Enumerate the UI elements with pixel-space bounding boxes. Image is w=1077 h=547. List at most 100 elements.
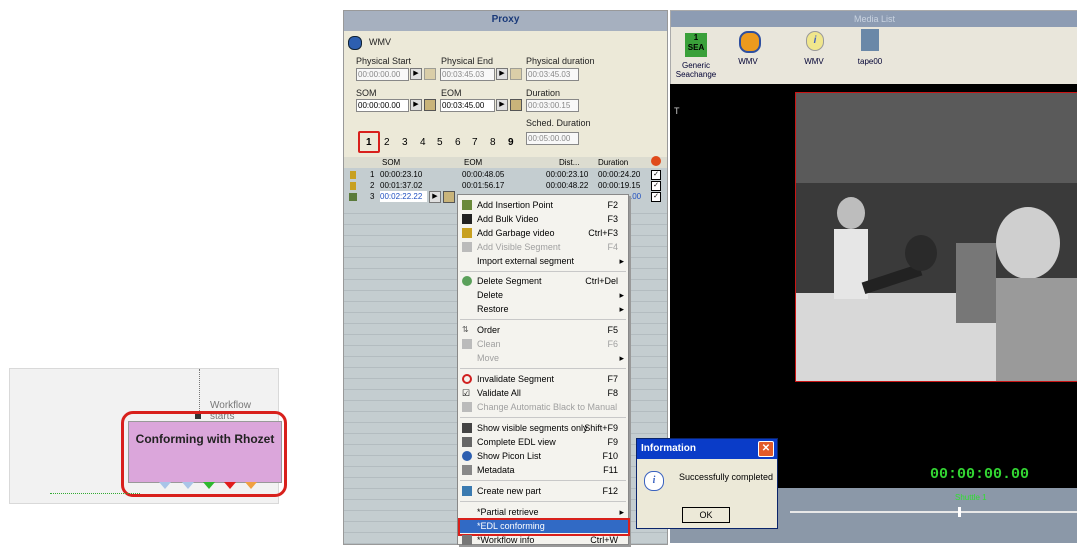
row-som: 00:01:37.02: [380, 181, 423, 190]
dialog-titlebar: Information ✕: [637, 439, 777, 459]
sched-duration-field: 00:05:00.00: [526, 132, 579, 145]
menu-item-show-visible-segments[interactable]: Show visible segments only Shift+F9: [458, 421, 628, 435]
menu-item-shortcut: F3: [607, 214, 618, 224]
menu-item-label: Move: [477, 353, 500, 363]
seachange-badge-icon[interactable]: 1 SEA: [685, 33, 707, 57]
menu-item-partial-retrieve[interactable]: *Partial retrieve ▸: [458, 505, 628, 519]
row-duration: 00:00:24.20: [598, 170, 641, 179]
menu-item-label: Delete: [477, 290, 504, 300]
wmv-player-icon[interactable]: [739, 31, 761, 53]
mark-in-icon[interactable]: [424, 99, 436, 111]
part-tab[interactable]: 5: [437, 137, 443, 148]
menu-item-label: Invalidate Segment: [477, 374, 555, 384]
mark-out-icon[interactable]: [510, 99, 522, 111]
part-tab[interactable]: 7: [472, 137, 478, 148]
part-tab[interactable]: 9: [508, 137, 514, 148]
row-checkbox[interactable]: ✓: [651, 192, 661, 202]
metadata-icon: [462, 465, 472, 475]
menu-item-create-new-part[interactable]: Create new part F12: [458, 484, 628, 498]
close-icon[interactable]: ✕: [758, 441, 774, 457]
menu-item-validate-all[interactable]: ☑ Validate All F8: [458, 386, 628, 400]
physical-start-field[interactable]: 00:00:00.00: [356, 68, 409, 81]
menu-item-show-picon-list[interactable]: Show Picon List F10: [458, 449, 628, 463]
change-black-icon: [462, 402, 472, 412]
media-item-label[interactable]: Generic Seachange: [671, 61, 721, 79]
menu-item-add-bulk-video[interactable]: Add Bulk Video F3: [458, 212, 628, 226]
media-item-label[interactable]: tape00: [845, 57, 895, 66]
part-tab[interactable]: 1: [366, 137, 372, 148]
part-tab[interactable]: 8: [490, 137, 496, 148]
menu-item-shortcut: F4: [607, 242, 618, 252]
submenu-arrow-icon: ▸: [619, 507, 624, 517]
media-list-title: Media List: [671, 11, 1077, 27]
shuttle-label: Shuttle 1: [955, 493, 987, 502]
row-checkbox[interactable]: ✓: [651, 170, 661, 180]
som-field[interactable]: 00:00:00.00: [356, 99, 409, 112]
play-icon[interactable]: ▶: [429, 191, 441, 203]
table-row[interactable]: 1 00:00:23.10 00:00:48.05 00:00:23.10 00…: [344, 169, 667, 180]
menu-item-label: Show visible segments only: [477, 423, 588, 433]
menu-item-shortcut: F9: [607, 437, 618, 447]
row-dist: 00:00:48.22: [546, 181, 589, 190]
part-tab[interactable]: 3: [402, 137, 408, 148]
shuttle-track[interactable]: [790, 511, 1077, 513]
menu-item-metadata[interactable]: Metadata F11: [458, 463, 628, 477]
media-item-label[interactable]: WMV: [789, 57, 839, 66]
mark-icon: [510, 68, 522, 80]
menu-item-add-garbage-video[interactable]: Add Garbage video Ctrl+F3: [458, 226, 628, 240]
play-icon[interactable]: ▶: [410, 68, 422, 80]
shuttle-thumb[interactable]: [958, 507, 961, 517]
menu-separator: [460, 480, 626, 481]
invalidate-icon: [462, 374, 472, 384]
column-header-som[interactable]: SOM: [382, 157, 400, 168]
menu-item-import-external-segment[interactable]: Import external segment ▸: [458, 254, 628, 268]
menu-item-restore[interactable]: Restore ▸: [458, 302, 628, 316]
part-tab[interactable]: 2: [384, 137, 390, 148]
menu-item-order[interactable]: ⇅ Order F5: [458, 323, 628, 337]
settings-icon[interactable]: [651, 156, 661, 166]
menu-item-add-visible-segment: Add Visible Segment F4: [458, 240, 628, 254]
menu-item-shortcut: F11: [603, 465, 618, 475]
table-row[interactable]: 2 00:01:37.02 00:01:56.17 00:00:48.22 00…: [344, 180, 667, 191]
video-scene-image: [796, 93, 1077, 381]
row-checkbox[interactable]: ✓: [651, 181, 661, 191]
menu-item-label: Add Bulk Video: [477, 214, 539, 224]
insertion-point-icon: [462, 200, 472, 210]
menu-item-workflow-info[interactable]: *Workflow info Ctrl+W: [458, 533, 628, 547]
ok-button[interactable]: OK: [682, 507, 730, 523]
physical-duration-label: Physical duration: [526, 56, 595, 66]
menu-item-shortcut: F5: [607, 325, 618, 335]
play-icon[interactable]: ▶: [496, 99, 508, 111]
menu-item-shortcut: F2: [607, 200, 618, 210]
row-eom: 00:01:56.17: [462, 181, 505, 190]
play-icon[interactable]: ▶: [410, 99, 422, 111]
menu-separator: [460, 319, 626, 320]
menu-item-complete-edl-view[interactable]: Complete EDL view F9: [458, 435, 628, 449]
menu-item-delete-segment[interactable]: Delete Segment Ctrl+Del: [458, 274, 628, 288]
eom-field[interactable]: 00:03:45.00: [440, 99, 495, 112]
column-header-eom[interactable]: EOM: [464, 157, 482, 168]
menu-item-delete[interactable]: Delete ▸: [458, 288, 628, 302]
part-tab[interactable]: 6: [455, 137, 461, 148]
physical-start-label: Physical Start: [356, 56, 412, 66]
info-icon[interactable]: i: [806, 31, 824, 51]
row-duration: 00:00:19.15: [598, 181, 641, 190]
play-icon[interactable]: ▶: [496, 68, 508, 80]
clean-icon: [462, 339, 472, 349]
mark-icon[interactable]: [443, 191, 455, 203]
part-tab[interactable]: 4: [420, 137, 426, 148]
menu-item-invalidate-segment[interactable]: Invalidate Segment F7: [458, 372, 628, 386]
tape-icon[interactable]: [861, 29, 879, 51]
column-header-duration[interactable]: Duration: [598, 157, 628, 168]
media-type-label: WMV: [369, 37, 391, 47]
menu-item-shortcut: F8: [607, 388, 618, 398]
physical-end-field[interactable]: 00:03:45.03: [440, 68, 495, 81]
row-som-edit[interactable]: 00:02:22.22: [380, 191, 427, 202]
row-som: 00:00:23.10: [380, 170, 423, 179]
submenu-arrow-icon: ▸: [619, 290, 624, 300]
column-header-dist[interactable]: Dist...: [559, 157, 579, 168]
menu-item-label: Clean: [477, 339, 501, 349]
menu-item-add-insertion-point[interactable]: Add Insertion Point F2: [458, 198, 628, 212]
media-item-label[interactable]: WMV: [723, 57, 773, 66]
menu-item-label: Restore: [477, 304, 509, 314]
